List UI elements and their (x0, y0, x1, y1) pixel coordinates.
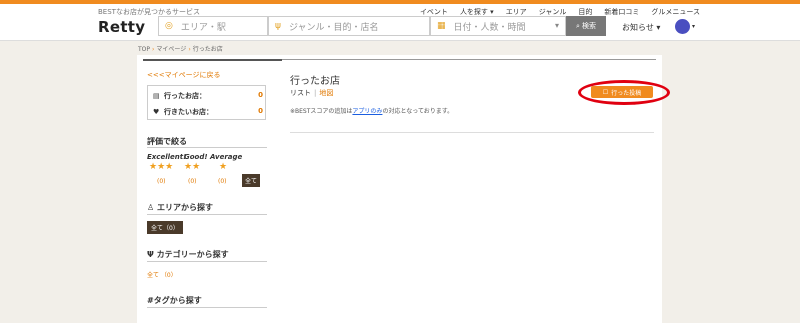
want-to-go-count-label: 行きたいお店： (164, 108, 213, 116)
page-title: 行ったお店 (290, 76, 340, 87)
visited-count-row[interactable]: ▤ 行ったお店： 0 (153, 91, 263, 101)
area-search-placeholder: エリア・駅 (180, 22, 226, 33)
fork-knife-icon: Ψ (147, 250, 154, 259)
rating-count-excellent[interactable]: (0) (157, 178, 166, 185)
search-button[interactable]: ⌕ 検索 (566, 16, 606, 36)
rating-label-excellent: Excellent! (147, 153, 187, 161)
list-icon: ▤ (153, 92, 160, 100)
area-search-input[interactable]: ◎ エリア・駅 (158, 16, 268, 36)
category-filter-title: Ψ カテゴリーから探す (147, 249, 229, 260)
breadcrumb-separator-icon: › (152, 46, 155, 53)
location-pin-icon: ◎ (165, 21, 173, 31)
genre-search-input[interactable]: ψ ジャンル・目的・店名 (268, 16, 430, 36)
star-icon-rating-excellent[interactable]: ★★★ (149, 162, 173, 172)
visit-counts-box: ▤ 行ったお店： 0 ♥ 行きたいお店： 0 (147, 85, 266, 120)
rating-count-good[interactable]: (0) (188, 178, 197, 185)
date-people-time-select[interactable]: ▦ 日付・人数・時間 ▾ (430, 16, 566, 36)
date-search-placeholder: 日付・人数・時間 (453, 22, 526, 33)
red-highlight-annotation (578, 80, 670, 105)
star-icon-rating-average[interactable]: ★ (219, 162, 227, 172)
tag-filter-title: #タグから探す (147, 296, 202, 305)
section-divider (147, 261, 267, 262)
breadcrumb-separator-icon: › (188, 46, 191, 53)
section-divider (147, 307, 267, 308)
retty-logo[interactable]: Retty (98, 18, 145, 36)
nav-item-new-reviews[interactable]: 新着口コミ (604, 7, 639, 17)
back-to-mypage-link[interactable]: <<<マイページに戻る (147, 70, 220, 80)
area-filter-all-chip[interactable]: 全て（0） (147, 221, 183, 234)
rating-filter-all-button[interactable]: 全て (242, 174, 261, 187)
tab-list[interactable]: リスト (290, 89, 311, 97)
want-to-go-count-value: 0 (258, 107, 263, 115)
heart-icon: ♥ (153, 108, 160, 116)
rating-label-good: Good! (184, 153, 208, 161)
rating-count-average[interactable]: (0) (218, 178, 227, 185)
search-button-label: 検索 (581, 22, 596, 30)
category-filter-all-link[interactable]: 全て （0） (147, 270, 177, 279)
rating-filter-title: 評価で絞る (147, 137, 187, 146)
main-divider (290, 132, 654, 133)
breadcrumb: TOP › マイページ › 行ったお店 (138, 44, 223, 53)
area-filter-title-label: エリアから探す (156, 203, 213, 212)
category-filter-title-label: カテゴリーから探す (156, 250, 229, 259)
breadcrumb-mypage[interactable]: マイページ (156, 46, 186, 53)
section-divider (147, 214, 267, 215)
main-top-rule (282, 59, 656, 60)
avatar-caret-icon[interactable]: ▾ (692, 23, 695, 30)
search-icon: ⌕ (576, 21, 580, 30)
app-only-link[interactable]: アプリのみ (352, 108, 382, 115)
fork-knife-icon: ψ (275, 21, 281, 31)
star-icon-rating-good[interactable]: ★★ (184, 162, 200, 172)
nav-item-gourmet-news[interactable]: グルメニュース (651, 7, 700, 17)
view-tabs: リスト | 地図 (290, 88, 333, 98)
visited-count-label: 行ったお店： (164, 92, 206, 100)
person-pin-icon: ♙ (147, 203, 155, 212)
chevron-down-icon: ▾ (554, 21, 559, 30)
visited-count-value: 0 (258, 91, 263, 99)
breadcrumb-current: 行ったお店 (192, 46, 223, 53)
best-score-note: ※BESTスコアの追加はアプリのみの対応となっております。 (290, 106, 453, 115)
tab-map[interactable]: 地図 (319, 89, 333, 97)
notifications-menu[interactable]: お知らせ ▾ (622, 22, 660, 33)
genre-search-placeholder: ジャンル・目的・店名 (288, 22, 379, 33)
user-avatar[interactable] (675, 19, 690, 34)
note-suffix: の対応となっております。 (382, 108, 454, 115)
tab-separator: | (314, 89, 317, 97)
rating-label-average: Average (210, 153, 243, 161)
breadcrumb-top[interactable]: TOP (138, 46, 150, 53)
section-divider (147, 147, 267, 148)
sidebar-top-rule (143, 59, 282, 61)
area-filter-title: ♙ エリアから探す (147, 202, 213, 213)
note-prefix: ※BESTスコアの追加は (290, 108, 353, 115)
want-to-go-count-row[interactable]: ♥ 行きたいお店： 0 (153, 107, 263, 117)
calendar-icon: ▦ (437, 21, 446, 31)
